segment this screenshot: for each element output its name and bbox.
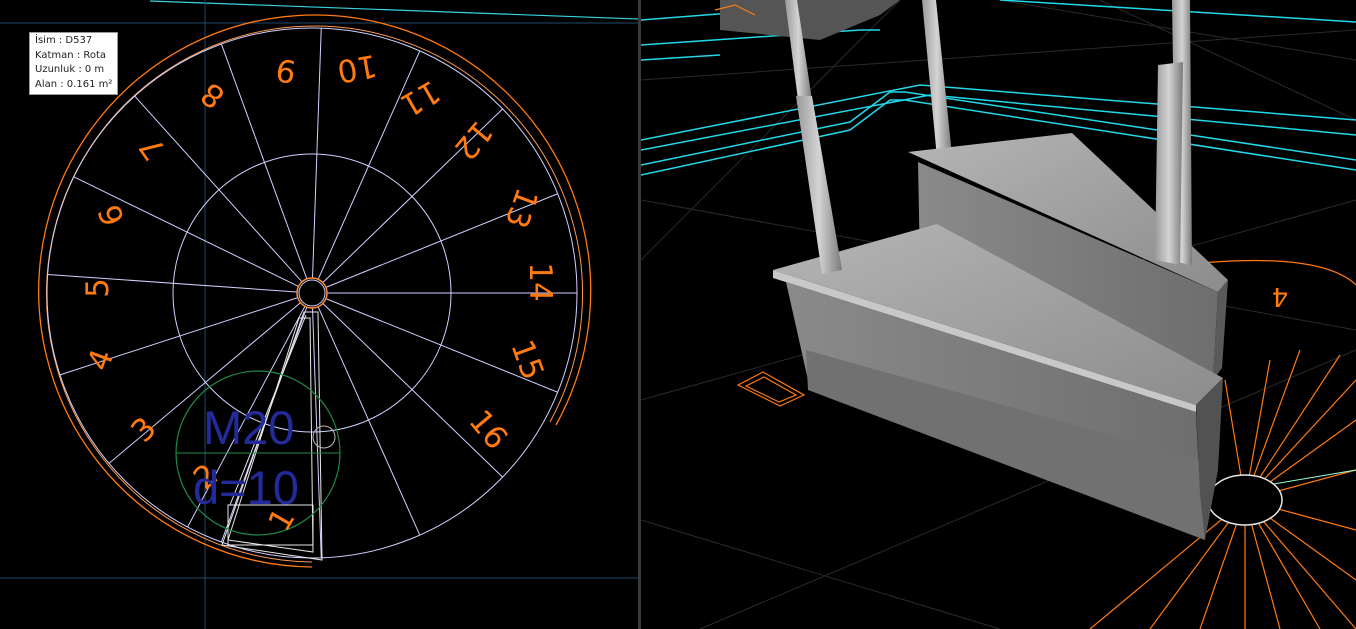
route-label-top: M20 <box>203 401 294 454</box>
tread-line <box>134 95 303 283</box>
step-number: 5 <box>80 278 116 298</box>
step-number: 8 <box>195 75 232 116</box>
step-number: 15 <box>503 335 550 384</box>
step-number: 6 <box>92 200 133 231</box>
3d-step-number: 4 <box>1272 281 1289 311</box>
step-number: 3 <box>124 410 163 449</box>
rail-post-2 <box>922 0 952 158</box>
center-post-base <box>1207 474 1283 526</box>
step-number: 7 <box>133 130 174 167</box>
route-label-bottom: d=10 <box>193 461 299 514</box>
step-number: 13 <box>497 183 544 232</box>
step-number: 10 <box>334 47 379 89</box>
rail-post-1-lower <box>796 96 842 274</box>
3d-canvas[interactable]: 4 <box>641 0 1356 629</box>
tooltip-name: İsim : D537 <box>35 35 93 46</box>
floor-orange-marker <box>736 371 806 407</box>
tooltip-area: Alan : 0.161 m² <box>35 78 113 90</box>
plan-viewport[interactable]: 1 2 3 4 5 6 7 8 9 10 11 12 13 14 15 16 M20 d=10 İsim : … <box>0 0 638 629</box>
tooltip-length: Uzunluk : 0 m <box>35 64 105 75</box>
route-marker <box>312 425 336 449</box>
step-number: 9 <box>273 51 299 90</box>
tread-line <box>312 28 322 279</box>
step-number: 4 <box>81 345 122 376</box>
top-grid-line <box>149 0 638 20</box>
3d-viewport[interactable]: 4 <box>641 0 1356 629</box>
step-number: 14 <box>522 262 558 301</box>
tread-line <box>322 303 503 478</box>
step-number: 16 <box>462 403 515 456</box>
center-post[interactable] <box>296 277 328 309</box>
rail-post-3-sleeve <box>1155 62 1183 265</box>
distant-object <box>720 0 900 40</box>
tooltip-layer: Katman : Rota <box>35 49 107 61</box>
object-info-tooltip: İsim : D537 Katman : Rota Uzunluk : 0 m … <box>29 32 119 95</box>
step-number: 11 <box>394 73 446 124</box>
tread-line <box>73 176 299 287</box>
step-number: 12 <box>447 113 500 166</box>
